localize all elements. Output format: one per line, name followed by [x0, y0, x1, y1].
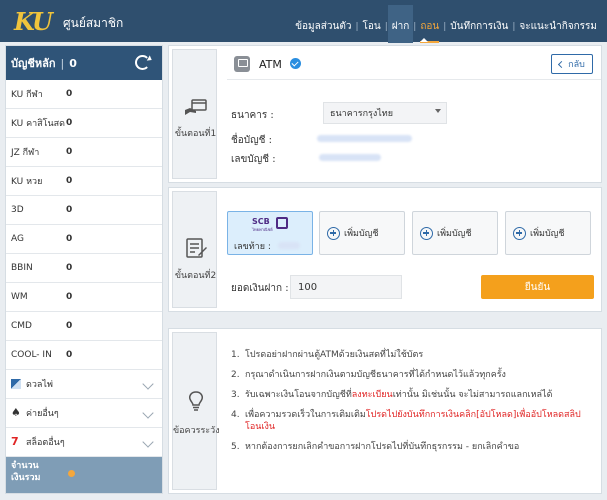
ku-logo[interactable]: KU	[6, 5, 56, 37]
account-name-label: ชื่อบัญชี :	[231, 135, 272, 146]
nav-profile[interactable]: ข้อมูลส่วนตัว	[291, 19, 355, 34]
nav-transfer[interactable]: โอน	[359, 19, 385, 34]
note-item: 5. หากต้องการยกเลิกคำขอการฝากโปรดไปที่บั…	[231, 442, 520, 452]
chevron-down-icon	[142, 407, 154, 419]
balance-row: KU กีฬา 0	[6, 80, 162, 109]
balance-row: CMD 0	[6, 312, 162, 341]
nav-promotions[interactable]: จะแนะนำกิจกรรม	[515, 19, 601, 34]
plus-circle-icon	[513, 226, 526, 240]
step1-box: ขั้นตอนที่1	[172, 49, 217, 179]
account-number-label: เลขบัญชี :	[231, 154, 276, 165]
notes-label: ข้อควรระวัง	[173, 426, 220, 436]
balance-row: KU หวย 0	[6, 167, 162, 196]
group-card-games[interactable]: ดวลไพ่	[6, 370, 162, 399]
dropdown-arrow-icon	[435, 109, 441, 113]
note-item: 3. รับเฉพาะเงินโอนจากบัญชีที่ลงทะเบียนเท…	[231, 390, 553, 400]
amount-input[interactable]: 100	[290, 275, 402, 299]
divider	[227, 79, 601, 80]
group-other-providers[interactable]: ♠ ค่ายอื่นๆ	[6, 399, 162, 428]
account-tail-label: เลขท้าย :	[234, 242, 271, 252]
balance-row: AG 0	[6, 225, 162, 254]
account-number-redacted	[319, 154, 381, 161]
balance-row: 3D 0	[6, 196, 162, 225]
amount-label: ยอดเงินฝาก :	[231, 283, 289, 294]
plus-circle-icon	[420, 226, 433, 240]
notes-panel: ข้อควรระวัง 1. โปรดอย่าฝากผ่านตู้ATMด้วย…	[168, 328, 602, 494]
step2-box: ขั้นตอนที่2	[172, 191, 217, 308]
bank-label: ธนาคาร :	[231, 110, 274, 121]
selected-bank-account[interactable]: SCB ไทยพาณิชย์ เลขท้าย :	[227, 211, 313, 255]
step1-panel: ขั้นตอนที่1 ATM กลับ ธนาคาร : ธนาคารกรุง…	[168, 45, 602, 183]
refresh-icon[interactable]	[135, 55, 150, 70]
add-account-button[interactable]: เพิ่มบัญชี	[505, 211, 591, 255]
balance-row: KU คาสิโนสด 0	[6, 109, 162, 138]
top-header: KU ศูนย์สมาชิก ข้อมูลส่วนตัว | โอน | ฝาก…	[0, 0, 607, 43]
back-button[interactable]: กลับ	[551, 54, 593, 74]
chevron-down-icon	[142, 436, 154, 448]
main-nav: ข้อมูลส่วนตัว | โอน | ฝาก | ถอน | บันทึก…	[291, 5, 601, 43]
seven-icon: 7	[11, 435, 19, 448]
scb-logo: SCB ไทยพาณิชย์	[252, 217, 292, 232]
add-account-button[interactable]: เพิ่มบัญชี	[412, 211, 498, 255]
main-account-value: 0	[69, 56, 77, 70]
logo-text: KU	[14, 7, 53, 36]
spade-icon: ♠	[11, 406, 21, 419]
total-balance: จำนวน เงินรวม	[6, 457, 162, 493]
nav-deposit[interactable]: ฝาก	[387, 5, 414, 43]
balance-row: BBIN 0	[6, 254, 162, 283]
deposit-method-name: ATM	[259, 58, 282, 71]
step2-panel: ขั้นตอนที่2 SCB ไทยพาณิชย์ เลขท้าย : เพิ…	[168, 187, 602, 312]
site-title: ศูนย์สมาชิก	[63, 16, 124, 30]
nav-finance-record[interactable]: บันทึกการเงิน	[446, 19, 512, 34]
notes-list: 1. โปรดอย่าฝากผ่านตู้ATMด้วยเงินสดที่ไม่…	[231, 349, 593, 461]
account-tail-redacted	[278, 242, 300, 249]
account-name-redacted	[317, 135, 412, 142]
step2-label: ขั้นตอนที่2	[174, 271, 217, 281]
bank-select[interactable]: ธนาคารกรุงไทย	[323, 102, 447, 124]
atm-icon	[234, 56, 250, 72]
verified-icon	[290, 58, 301, 69]
note-item: 1. โปรดอย่าฝากผ่านตู้ATMด้วยเงินสดที่ไม่…	[231, 350, 424, 360]
wallet-sidebar: บัญชีหลัก | 0 KU กีฬา 0 KU คาสิโนสด 0 JZ ก…	[5, 45, 163, 494]
add-account-button[interactable]: เพิ่มบัญชี	[319, 211, 405, 255]
chevron-down-icon	[142, 378, 154, 390]
chevron-left-icon	[558, 60, 566, 68]
balance-row: COOL- IN 0	[6, 341, 162, 370]
group-other-slots[interactable]: 7 สล็อตอื่นๆ	[6, 428, 162, 457]
balance-row: JZ กีฬา 0	[6, 138, 162, 167]
nav-withdraw[interactable]: ถอน	[416, 19, 443, 43]
cards-icon	[11, 379, 21, 389]
note-item: 4. เพื่อความรวดเร็วในการเติมเติมโปรดไปยั…	[231, 410, 581, 432]
confirm-button[interactable]: ยืนยัน	[481, 275, 594, 299]
loading-dot-icon	[68, 470, 75, 477]
nav-caret-icon	[420, 38, 428, 42]
note-item: 2. กรุณาดำเนินการฝากเงินตามบัญชีธนาคารที…	[231, 370, 506, 380]
notes-box: ข้อควรระวัง	[172, 332, 220, 490]
main-account-header: บัญชีหลัก | 0	[6, 46, 162, 80]
card-hand-icon	[185, 99, 207, 115]
form-edit-icon	[186, 238, 207, 258]
lightbulb-icon	[189, 391, 203, 411]
main-account-label: บัญชีหลัก	[11, 57, 56, 70]
balance-row: WM 0	[6, 283, 162, 312]
step1-label: ขั้นตอนที่1	[174, 129, 217, 139]
scb-mark-icon	[276, 217, 288, 229]
plus-circle-icon	[327, 226, 340, 240]
